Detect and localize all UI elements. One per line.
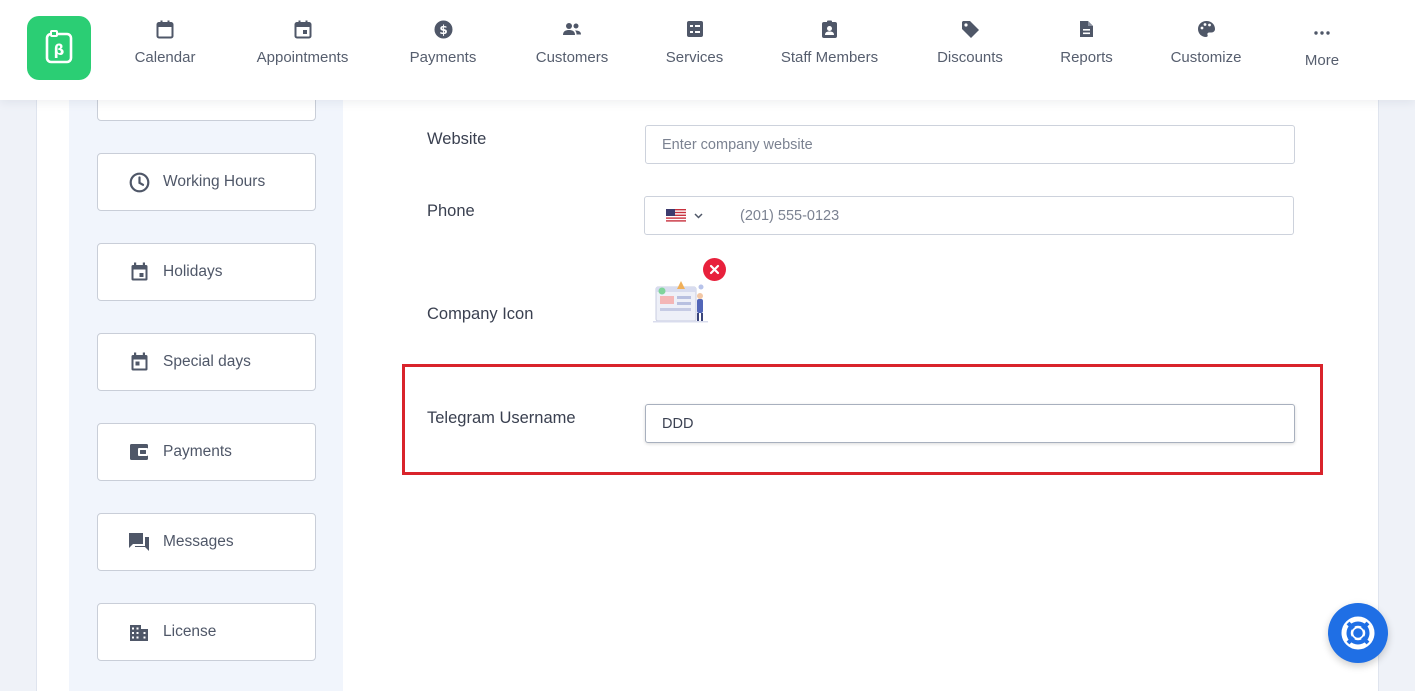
sidebar-item-label: Working Hours: [163, 173, 266, 190]
nav-label: Customize: [1170, 49, 1242, 66]
telegram-username-label: Telegram Username: [427, 409, 576, 427]
calendar-icon: [155, 18, 175, 40]
calendar-icon: [128, 261, 150, 283]
nav-more[interactable]: More: [1302, 22, 1342, 82]
nav-label: Staff Members: [780, 49, 879, 66]
document-icon: [1077, 18, 1097, 40]
palette-icon: [1196, 18, 1216, 40]
nav-label: Payments: [409, 49, 477, 66]
sidebar-item-label: License: [163, 623, 217, 640]
nav-label: Reports: [1060, 49, 1113, 66]
sidebar-item-messages[interactable]: Messages: [97, 513, 316, 571]
logo-icon: β: [45, 30, 73, 64]
nav-label: Calendar: [134, 49, 196, 66]
people-icon: [562, 18, 582, 40]
help-button[interactable]: [1328, 603, 1388, 663]
badge-icon: [820, 18, 840, 40]
top-navigation: β Calendar Appointments $ Payments Custo…: [0, 0, 1415, 100]
nav-services[interactable]: Services: [665, 18, 724, 78]
nav-label: Discounts: [937, 49, 1003, 66]
calendar-icon: [128, 351, 150, 373]
us-flag-icon: [665, 209, 686, 222]
nav-payments[interactable]: $ Payments: [407, 18, 479, 78]
phone-placeholder: (201) 555-0123: [740, 207, 840, 224]
chevron-down-icon: [693, 212, 703, 219]
sidebar-item-payments[interactable]: Payments: [97, 423, 316, 481]
website-input[interactable]: Enter company website: [645, 125, 1295, 164]
wallet-icon: [128, 441, 150, 463]
telegram-username-value: DDD: [662, 415, 694, 432]
tag-icon: [960, 18, 980, 40]
website-placeholder: Enter company website: [662, 136, 813, 153]
svg-text:β: β: [54, 41, 65, 59]
svg-text:$: $: [439, 23, 447, 37]
close-icon: [709, 264, 720, 275]
sidebar-item-label: Payments: [163, 443, 232, 460]
list-box-icon: [685, 18, 705, 40]
nav-calendar[interactable]: Calendar: [131, 18, 199, 78]
company-icon-label: Company Icon: [427, 305, 534, 323]
telegram-username-input[interactable]: DDD: [645, 404, 1295, 443]
nav-label: Services: [665, 49, 724, 66]
chat-icon: [128, 531, 150, 553]
nav-customers[interactable]: Customers: [533, 18, 611, 78]
nav-discounts[interactable]: Discounts: [935, 18, 1005, 78]
nav-reports[interactable]: Reports: [1059, 18, 1114, 78]
sidebar-item-label: Special days: [163, 353, 251, 370]
phone-input[interactable]: (201) 555-0123: [723, 196, 1294, 235]
sidebar-item-working-hours[interactable]: Working Hours: [97, 153, 316, 211]
clock-icon: [128, 171, 150, 193]
calendar-check-icon: [293, 18, 313, 40]
nav-appointments[interactable]: Appointments: [252, 18, 353, 78]
remove-icon-button[interactable]: [703, 258, 726, 281]
lifebuoy-icon: [1341, 616, 1375, 650]
app-logo[interactable]: β: [27, 16, 91, 80]
sidebar-item-license[interactable]: License: [97, 603, 316, 661]
country-code-select[interactable]: [644, 196, 724, 235]
nav-staff-members[interactable]: Staff Members: [778, 18, 881, 78]
website-label: Website: [427, 130, 487, 148]
nav-label: Customers: [535, 49, 609, 66]
ellipsis-icon: [1312, 22, 1332, 44]
sidebar-item-label: Messages: [163, 533, 234, 550]
building-icon: [128, 621, 150, 643]
nav-label: Appointments: [256, 49, 349, 66]
sidebar-item-label: Holidays: [163, 263, 223, 280]
dollar-circle-icon: $: [433, 18, 453, 40]
phone-label: Phone: [427, 202, 475, 220]
sidebar-item-holidays[interactable]: Holidays: [97, 243, 316, 301]
nav-customize[interactable]: Customize: [1168, 18, 1244, 78]
nav-label: More: [1304, 52, 1340, 69]
sidebar-item-special-days[interactable]: Special days: [97, 333, 316, 391]
